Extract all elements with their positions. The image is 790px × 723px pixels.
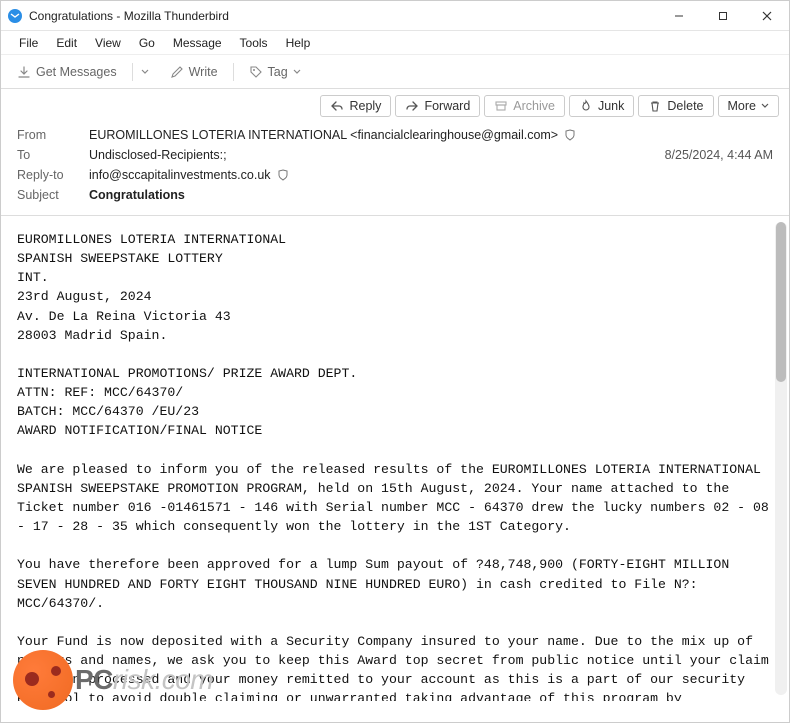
toolbar-separator <box>132 63 133 81</box>
reply-icon <box>330 99 344 113</box>
archive-icon <box>494 99 508 113</box>
write-label: Write <box>189 65 218 79</box>
forward-button[interactable]: Forward <box>395 95 480 117</box>
window-titlebar: Congratulations - Mozilla Thunderbird <box>1 1 789 31</box>
scrollbar-thumb[interactable] <box>776 222 786 382</box>
menu-view[interactable]: View <box>87 34 129 52</box>
tag-icon <box>249 65 263 79</box>
pencil-icon <box>170 65 184 79</box>
get-messages-button[interactable]: Get Messages <box>9 62 125 82</box>
minimize-button[interactable] <box>657 1 701 30</box>
chevron-down-icon <box>293 68 301 76</box>
contact-shield-icon[interactable] <box>276 168 290 182</box>
to-value[interactable]: Undisclosed-Recipients:; <box>89 148 227 162</box>
to-label: To <box>17 148 89 162</box>
more-button[interactable]: More <box>718 95 779 117</box>
delete-label: Delete <box>667 99 703 113</box>
archive-label: Archive <box>513 99 555 113</box>
from-value[interactable]: EUROMILLONES LOTERIA INTERNATIONAL <fina… <box>89 128 558 142</box>
trash-icon <box>648 99 662 113</box>
menu-go[interactable]: Go <box>131 34 163 52</box>
contact-shield-icon[interactable] <box>563 128 577 142</box>
window-title: Congratulations - Mozilla Thunderbird <box>29 9 657 23</box>
replyto-value[interactable]: info@sccapitalinvestments.co.uk <box>89 168 271 182</box>
junk-button[interactable]: Junk <box>569 95 634 117</box>
maximize-button[interactable] <box>701 1 745 30</box>
from-label: From <box>17 128 89 142</box>
tag-label: Tag <box>268 65 288 79</box>
replyto-label: Reply-to <box>17 168 89 182</box>
menu-message[interactable]: Message <box>165 34 230 52</box>
close-button[interactable] <box>745 1 789 30</box>
menu-bar: File Edit View Go Message Tools Help <box>1 31 789 55</box>
reply-button[interactable]: Reply <box>320 95 391 117</box>
message-date: 8/25/2024, 4:44 AM <box>665 148 773 162</box>
archive-button[interactable]: Archive <box>484 95 565 117</box>
message-body[interactable]: EUROMILLONES LOTERIA INTERNATIONAL SPANI… <box>1 216 789 701</box>
menu-file[interactable]: File <box>11 34 46 52</box>
toolbar-separator <box>233 63 234 81</box>
chevron-down-icon <box>761 102 769 110</box>
menu-tools[interactable]: Tools <box>232 34 276 52</box>
chevron-down-icon[interactable] <box>138 65 152 79</box>
download-icon <box>17 65 31 79</box>
message-body-area: EUROMILLONES LOTERIA INTERNATIONAL SPANI… <box>1 216 789 701</box>
get-messages-label: Get Messages <box>36 65 117 79</box>
message-actions: Reply Forward Archive Junk Delete More <box>1 89 789 121</box>
reply-label: Reply <box>349 99 381 113</box>
forward-icon <box>405 99 419 113</box>
menu-help[interactable]: Help <box>278 34 319 52</box>
delete-button[interactable]: Delete <box>638 95 713 117</box>
flame-icon <box>579 99 593 113</box>
thunderbird-icon <box>7 8 23 24</box>
forward-label: Forward <box>424 99 470 113</box>
menu-edit[interactable]: Edit <box>48 34 85 52</box>
write-button[interactable]: Write <box>162 62 226 82</box>
junk-label: Junk <box>598 99 624 113</box>
message-headers: From EUROMILLONES LOTERIA INTERNATIONAL … <box>1 121 789 216</box>
tag-button[interactable]: Tag <box>241 62 309 82</box>
main-toolbar: Get Messages Write Tag <box>1 55 789 89</box>
more-label: More <box>728 99 756 113</box>
scrollbar[interactable] <box>775 222 787 695</box>
subject-label: Subject <box>17 188 89 202</box>
subject-value: Congratulations <box>89 188 185 202</box>
